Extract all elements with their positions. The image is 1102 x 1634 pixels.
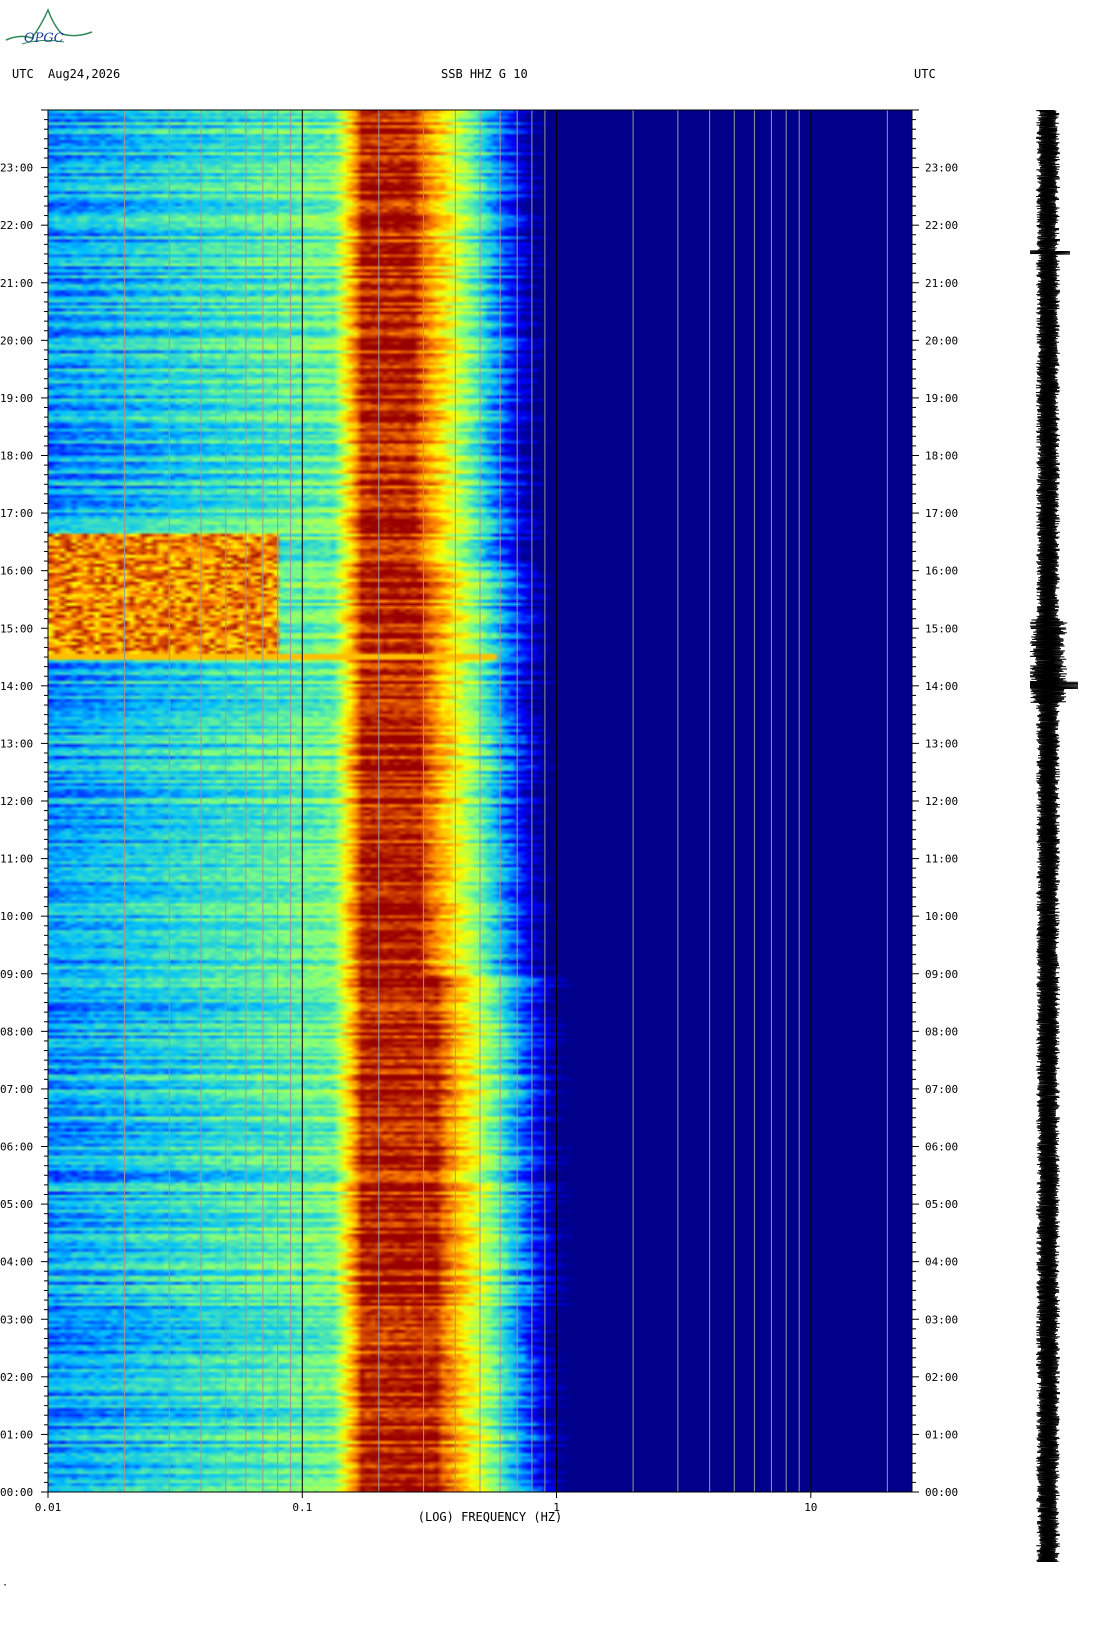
y-tick-label-right: 06:00 (925, 1141, 958, 1154)
y-axis-right: 00:00 01:00 02:00 03:00 04:00 05:00 06:00 07:00… (912, 109, 958, 1499)
y-tick-label-right: 14:00 (925, 680, 958, 693)
y-tick-label-right: 16:00 (925, 565, 958, 578)
y-tick-label-left: 05:00 (0, 1198, 33, 1211)
x-tick-label: 10 (804, 1501, 817, 1514)
y-tick-label-left: 14:00 (0, 680, 33, 693)
y-tick-label-left: 02:00 (0, 1371, 33, 1384)
y-tick-label-left: 12:00 (0, 795, 33, 808)
y-tick-label-right: 04:00 (925, 1256, 958, 1269)
footer-mark: · (2, 1580, 8, 1591)
seismogram-trace (1030, 110, 1079, 1562)
y-tick-label-right: 23:00 (925, 162, 958, 175)
x-tick-label: 0.1 (292, 1501, 312, 1514)
y-tick-label-right: 01:00 (925, 1428, 958, 1441)
y-tick-label-left: 06:00 (0, 1141, 33, 1154)
y-tick-label-left: 16:00 (0, 565, 33, 578)
y-tick-label-right: 20:00 (925, 334, 958, 347)
x-axis-label: (LOG) FREQUENCY (HZ) (418, 1510, 563, 1524)
y-tick-label-right: 15:00 (925, 622, 958, 635)
y-tick-label-left: 09:00 (0, 968, 33, 981)
y-tick-label-right: 11:00 (925, 853, 958, 866)
y-tick-label-right: 05:00 (925, 1198, 958, 1211)
y-tick-label-left: 17:00 (0, 507, 33, 520)
y-tick-label-left: 19:00 (0, 392, 33, 405)
y-tick-label-right: 21:00 (925, 277, 958, 290)
y-tick-label-right: 09:00 (925, 968, 958, 981)
y-tick-label-left: 20:00 (0, 334, 33, 347)
y-tick-label-left: 13:00 (0, 737, 33, 750)
y-tick-label-right: 07:00 (925, 1083, 958, 1096)
y-tick-label-right: 22:00 (925, 219, 958, 232)
y-tick-label-left: 22:00 (0, 219, 33, 232)
y-tick-label-left: 03:00 (0, 1313, 33, 1326)
y-tick-label-right: 13:00 (925, 737, 958, 750)
y-tick-label-left: 08:00 (0, 1025, 33, 1038)
y-tick-label-left: 23:00 (0, 162, 33, 175)
y-tick-label-right: 17:00 (925, 507, 958, 520)
y-tick-label-right: 03:00 (925, 1313, 958, 1326)
y-tick-label-right: 19:00 (925, 392, 958, 405)
seismogram-path (1030, 110, 1079, 1562)
y-axis-left: 00:00 01:00 02:00 03:00 04:00 05:00 06:00 07:00… (0, 109, 48, 1499)
y-tick-label-left: 10:00 (0, 910, 33, 923)
y-tick-label-right: 10:00 (925, 910, 958, 923)
y-tick-label-right: 18:00 (925, 450, 958, 463)
y-tick-label-left: 00:00 (0, 1486, 33, 1499)
y-tick-label-left: 21:00 (0, 277, 33, 290)
y-tick-label-right: 02:00 (925, 1371, 958, 1384)
y-tick-label-right: 08:00 (925, 1025, 958, 1038)
y-tick-label-right: 00:00 (925, 1486, 958, 1499)
y-tick-label-left: 04:00 (0, 1256, 33, 1269)
y-tick-label-left: 07:00 (0, 1083, 33, 1096)
x-tick-label: 0.01 (35, 1501, 62, 1514)
spectrogram-chart: 00:00 01:00 02:00 03:00 04:00 05:00 06:00 07:00… (0, 109, 958, 1591)
y-tick-label-left: 11:00 (0, 853, 33, 866)
y-tick-label-left: 18:00 (0, 450, 33, 463)
y-tick-label-right: 12:00 (925, 795, 958, 808)
y-tick-label-left: 01:00 (0, 1428, 33, 1441)
y-tick-label-left: 15:00 (0, 622, 33, 635)
